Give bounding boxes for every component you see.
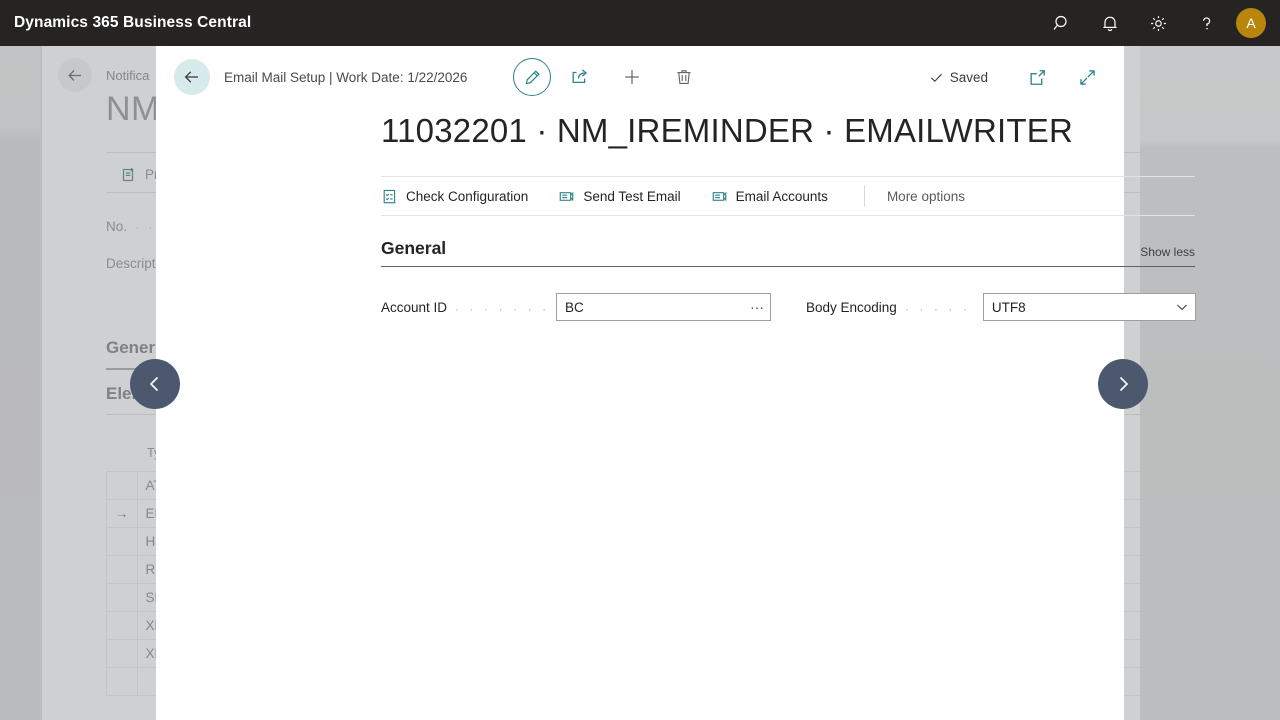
- action-bar-separator: [863, 185, 865, 207]
- modal-body: 11032201 · NM_IREMINDER · EMAILWRITER Ch…: [156, 112, 1196, 321]
- modal-caption: Email Mail Setup | Work Date: 1/22/2026: [224, 69, 468, 85]
- settings-gear-icon[interactable]: [1134, 0, 1182, 46]
- check-configuration-button[interactable]: Check Configuration: [381, 188, 542, 205]
- body-encoding-value: UTF8: [991, 299, 1026, 315]
- send-test-email-button[interactable]: Send Test Email: [558, 188, 694, 205]
- general-fields-row: Account ID · · · · · · · · · · · BC ··· …: [381, 293, 1196, 321]
- background-right-panel: [1140, 46, 1280, 720]
- show-less-link[interactable]: Show less: [1140, 245, 1195, 259]
- open-in-new-window-button[interactable]: [1014, 57, 1060, 97]
- body-encoding-select[interactable]: UTF8: [982, 293, 1196, 321]
- modal-header-center-actions: [513, 57, 707, 97]
- row-selector: [106, 611, 138, 640]
- app-brand-title: Dynamics 365 Business Central: [14, 14, 252, 31]
- top-navigation-bar: Dynamics 365 Business Central A: [0, 0, 1280, 46]
- body-encoding-label: Body Encoding: [806, 299, 897, 315]
- body-encoding-field: Body Encoding · · · · · · · · UTF8: [806, 293, 1196, 321]
- modal-header: Email Mail Setup | Work Date: 1/22/2026: [156, 46, 1124, 108]
- email-mail-setup-modal: Email Mail Setup | Work Date: 1/22/2026: [156, 46, 1196, 720]
- account-id-input[interactable]: BC ···: [556, 293, 771, 321]
- more-options-button[interactable]: More options: [887, 189, 965, 204]
- envelope-icon: [558, 188, 575, 205]
- modal-header-right-actions: Saved: [929, 57, 1110, 97]
- send-test-email-label: Send Test Email: [583, 188, 681, 204]
- email-accounts-label: Email Accounts: [735, 188, 828, 204]
- account-id-leader: · · · · · · · · · · ·: [455, 303, 550, 315]
- body-encoding-leader: · · · · · · · ·: [904, 303, 977, 315]
- email-accounts-button[interactable]: Email Accounts: [711, 188, 842, 205]
- check-configuration-label: Check Configuration: [406, 188, 529, 204]
- background-action-icon: [120, 166, 137, 183]
- row-selector: [106, 639, 138, 668]
- previous-record-button[interactable]: [130, 359, 180, 409]
- chevron-down-icon[interactable]: [1169, 294, 1195, 320]
- checklist-document-icon: [381, 188, 398, 205]
- background-section-general: Gener: [106, 338, 156, 357]
- saved-label: Saved: [949, 69, 988, 85]
- top-bar-icon-group: A: [1038, 0, 1280, 46]
- check-icon: [929, 70, 944, 85]
- background-breadcrumb: Notifica: [106, 68, 150, 83]
- page-title: 11032201 · NM_IREMINDER · EMAILWRITER: [381, 112, 1074, 149]
- row-selector: [106, 583, 138, 612]
- action-bar: Check Configuration Send Test Email Emai…: [381, 176, 1195, 216]
- background-field-description-label: Descript: [106, 256, 156, 271]
- background-left-rail: [0, 46, 40, 720]
- share-button[interactable]: [557, 57, 603, 97]
- envelope-icon: [711, 188, 728, 205]
- background-back-button: [58, 58, 92, 92]
- lookup-ellipsis-icon[interactable]: ···: [744, 294, 770, 320]
- background-field-no-text: No.: [106, 219, 128, 234]
- user-avatar[interactable]: A: [1236, 8, 1266, 38]
- general-section-header: General Show less: [381, 238, 1195, 267]
- next-record-button[interactable]: [1098, 359, 1148, 409]
- notifications-bell-icon[interactable]: [1086, 0, 1134, 46]
- row-selector: [106, 471, 138, 500]
- delete-button[interactable]: [661, 57, 707, 97]
- saved-status: Saved: [929, 70, 988, 85]
- search-icon[interactable]: [1038, 0, 1086, 46]
- row-selector: →: [106, 499, 138, 528]
- account-id-field: Account ID · · · · · · · · · · · BC ···: [381, 293, 771, 321]
- row-selector: [106, 527, 138, 556]
- new-button[interactable]: [609, 57, 655, 97]
- section-title: General: [381, 238, 447, 258]
- back-button[interactable]: [174, 59, 210, 95]
- expand-button[interactable]: [1064, 57, 1110, 97]
- row-selector: [106, 667, 138, 696]
- account-id-label: Account ID: [381, 299, 448, 315]
- edit-pencil-button[interactable]: [513, 58, 552, 96]
- help-question-icon[interactable]: [1182, 0, 1230, 46]
- row-selector: [106, 555, 138, 584]
- account-id-value: BC: [565, 299, 584, 315]
